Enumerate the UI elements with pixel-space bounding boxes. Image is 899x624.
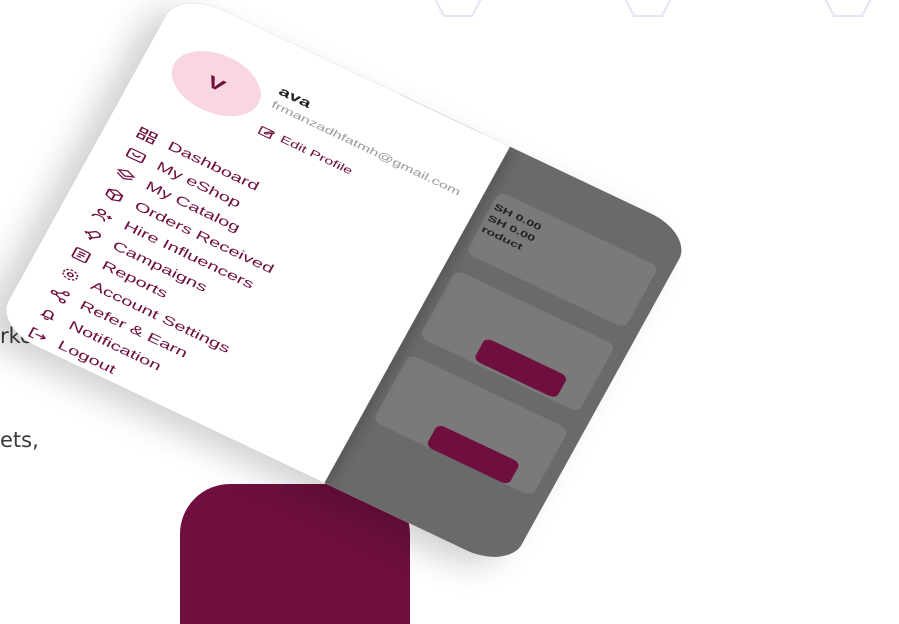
logout-icon	[28, 326, 47, 340]
phone-mockup: SH 0.00 SH 0.00 roduct V ava frmanzadhfa…	[0, 0, 899, 571]
phone-screen: SH 0.00 SH 0.00 roduct V ava frmanzadhfa…	[0, 0, 694, 570]
avatar[interactable]: V	[159, 37, 273, 130]
edit-icon	[257, 125, 276, 140]
drawer-menu: Dashboard My eShop My Catalog Orders Rec…	[22, 121, 312, 420]
avatar-initial: V	[203, 71, 229, 96]
